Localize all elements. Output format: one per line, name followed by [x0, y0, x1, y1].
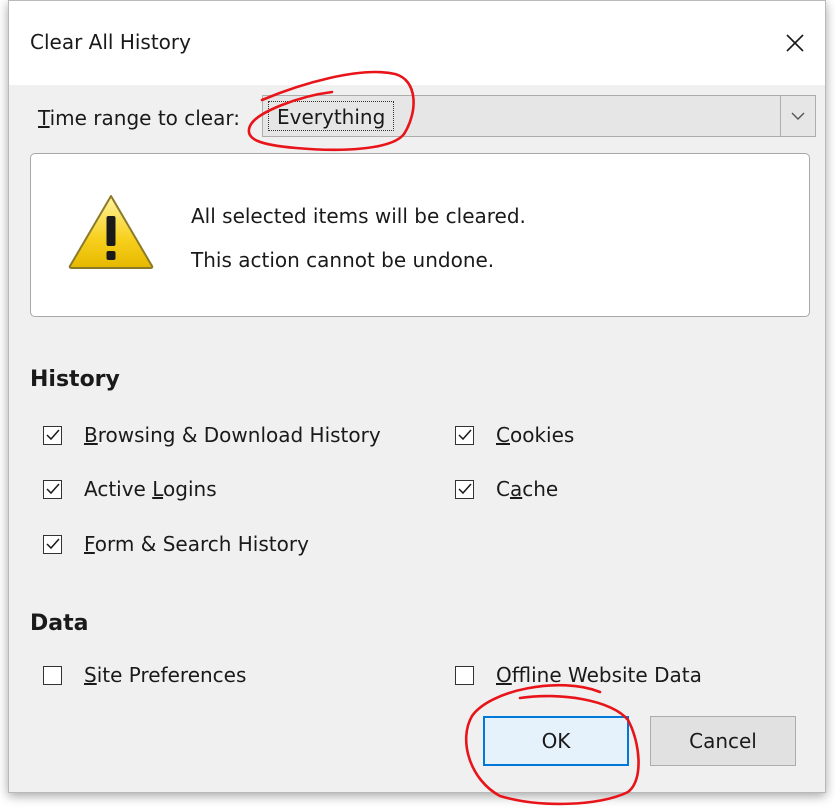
- checkbox-cookies[interactable]: Cookies: [455, 423, 574, 447]
- checkbox-label: Browsing & Download History: [84, 423, 381, 447]
- checkbox[interactable]: [43, 665, 62, 685]
- checkbox[interactable]: [455, 665, 474, 685]
- ok-button[interactable]: OK: [483, 716, 629, 766]
- checkbox-label: Offline Website Data: [496, 663, 702, 687]
- dropdown-button[interactable]: [780, 96, 815, 136]
- checkbox-active-logins[interactable]: Active Logins: [43, 477, 217, 501]
- screen: Clear All History Time range to clear: E…: [0, 0, 835, 807]
- data-section-title: Data: [30, 611, 89, 636]
- checkbox[interactable]: [455, 425, 474, 445]
- checkmark-icon: [45, 538, 60, 550]
- checkbox-label: Site Preferences: [84, 663, 247, 687]
- checkbox-label: Active Logins: [84, 477, 217, 501]
- warning-box: All selected items will be cleared. This…: [30, 153, 810, 317]
- time-range-label: Time range to clear:: [38, 106, 240, 130]
- checkbox[interactable]: [43, 425, 62, 445]
- checkbox-offline-website-data[interactable]: Offline Website Data: [455, 663, 702, 687]
- checkbox[interactable]: [455, 479, 474, 499]
- checkbox-label: Form & Search History: [84, 532, 309, 556]
- checkbox-cache[interactable]: Cache: [455, 477, 558, 501]
- time-range-value: Everything: [268, 101, 395, 131]
- warning-message: All selected items will be cleared.: [191, 204, 526, 228]
- warning-note: This action cannot be undone.: [191, 248, 495, 272]
- chevron-down-icon: [791, 112, 805, 120]
- dialog-title: Clear All History: [30, 30, 191, 54]
- time-range-select[interactable]: Everything: [262, 95, 816, 137]
- checkbox-label: Cache: [496, 477, 559, 501]
- checkbox-site-preferences[interactable]: Site Preferences: [43, 663, 246, 687]
- title-bar: Clear All History: [9, 1, 825, 85]
- checkmark-icon: [457, 483, 472, 495]
- close-button[interactable]: [767, 17, 823, 69]
- close-icon: [786, 34, 804, 52]
- checkmark-icon: [45, 483, 60, 495]
- warning-icon: [68, 195, 154, 269]
- checkbox-label: Cookies: [496, 423, 575, 447]
- cancel-button[interactable]: Cancel: [650, 716, 796, 766]
- checkbox-browsing-history[interactable]: Browsing & Download History: [43, 423, 381, 447]
- clear-history-dialog: Clear All History Time range to clear: E…: [8, 0, 826, 793]
- checkbox[interactable]: [43, 479, 62, 499]
- checkmark-icon: [457, 429, 472, 441]
- checkmark-icon: [45, 429, 60, 441]
- checkbox[interactable]: [43, 534, 62, 554]
- checkbox-form-search-history[interactable]: Form & Search History: [43, 532, 309, 556]
- history-section-title: History: [30, 367, 120, 392]
